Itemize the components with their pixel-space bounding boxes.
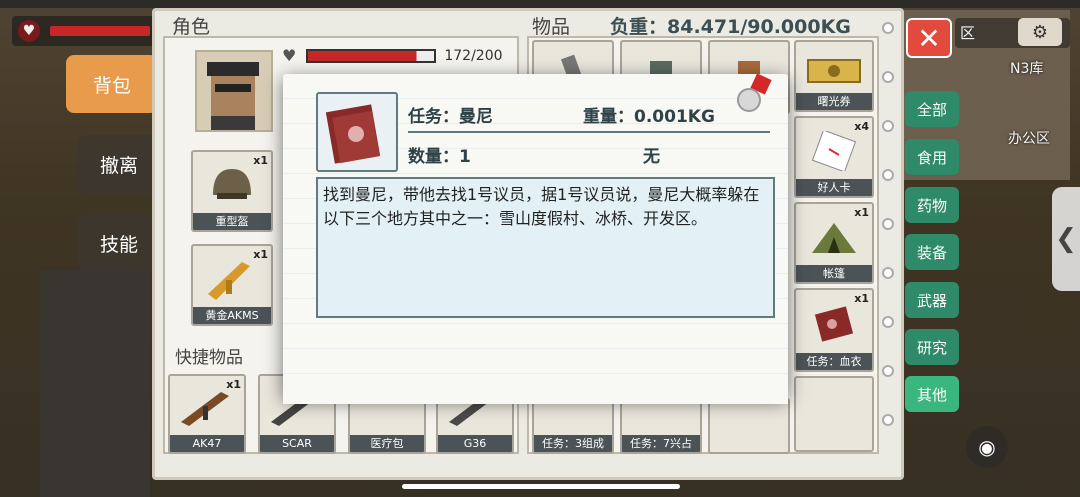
description-text: 找到曼尼，带他去找1号议员，据1号议员说，曼尼大概率躲在以下三个地方其中之一：雪…: [323, 185, 760, 228]
category-equipment[interactable]: 装备: [905, 234, 959, 270]
character-health-bar: [306, 48, 437, 63]
quick-slot-1[interactable]: x1 AK47: [168, 374, 246, 454]
close-icon: ✕: [917, 21, 941, 55]
minimap-warehouse-label: N3库: [1010, 61, 1044, 77]
character-title: 角色: [172, 16, 211, 38]
pin-icon: [737, 74, 772, 112]
item-slot-tent[interactable]: x1 帐篷: [794, 202, 874, 284]
item-name: SCAR: [260, 435, 334, 452]
document-icon: [812, 304, 856, 348]
divider: [408, 131, 770, 133]
gear-icon[interactable]: ⚙: [1018, 18, 1062, 46]
item-count: x1: [854, 292, 869, 305]
helmet-icon: [209, 165, 255, 209]
hud-health-fill: [50, 26, 150, 36]
item-name: 任务：7兴占: [622, 435, 700, 452]
item-weight: 重量：0.001KG: [583, 107, 715, 127]
item-name: 任务：3组成: [534, 435, 612, 452]
tent-icon: [808, 217, 860, 261]
golden-rifle-icon: [202, 254, 262, 308]
character-health: ♥ 172/200: [282, 46, 503, 65]
item-detail-icon: [316, 92, 398, 172]
item-slot-empty[interactable]: [708, 398, 790, 454]
item-slot-task-partial[interactable]: 任务：3组成: [532, 398, 614, 454]
item-name: 好人卡: [796, 179, 872, 196]
eye-icon: ◉: [978, 435, 996, 459]
item-slot-task-partial[interactable]: 任务：7兴占: [620, 398, 702, 454]
category-other[interactable]: 其他: [905, 376, 959, 412]
task-name: 任务：曼尼: [408, 107, 493, 127]
item-name: G36: [438, 435, 512, 452]
item-count: x1: [253, 154, 268, 167]
equip-slot-weapon[interactable]: x1 黄金AKMS: [191, 244, 273, 326]
item-name: AK47: [170, 435, 244, 452]
item-name: 医疗包: [350, 435, 424, 452]
category-all[interactable]: 全部: [905, 91, 959, 127]
home-indicator[interactable]: [402, 484, 680, 489]
heart-icon: ♥: [282, 46, 297, 65]
category-weapons[interactable]: 武器: [905, 282, 959, 318]
close-button[interactable]: ✕: [906, 18, 952, 58]
tab-backpack[interactable]: 背包: [66, 55, 158, 113]
equip-slot-helmet[interactable]: x1 重型盔: [191, 150, 273, 232]
item-detail-popup: 任务：曼尼 重量：0.001KG 数量：1 无 找到曼尼，带他去找1号议员，据1…: [283, 74, 788, 398]
weight-capacity: 负重：84.471/90.000KG: [610, 16, 851, 38]
item-name: 帐篷: [796, 265, 872, 282]
item-slot-dawn-ticket[interactable]: 曙光券: [794, 40, 874, 112]
view-toggle-button[interactable]: ◉: [966, 426, 1008, 468]
chevron-left-icon: ❮: [1055, 224, 1077, 254]
item-quantity: 数量：1: [408, 147, 471, 167]
tab-skills[interactable]: 技能: [78, 214, 160, 272]
item-slot-blood-clothes[interactable]: x1 任务：血衣: [794, 288, 874, 372]
notebook-rings: [882, 22, 894, 463]
heart-monitor-icon: ♥: [18, 20, 40, 42]
card-icon: [811, 129, 857, 175]
document-icon: [325, 104, 381, 164]
tab-evacuate[interactable]: 撤离: [78, 135, 160, 193]
quick-items-title: 快捷物品: [175, 348, 243, 368]
hud-health-bar: ♥: [12, 16, 162, 46]
item-extra: 无: [643, 147, 660, 167]
category-medicine[interactable]: 药物: [905, 187, 959, 223]
item-name: 黄金AKMS: [193, 307, 271, 324]
category-food[interactable]: 食用: [905, 139, 959, 175]
minimap-office-label: 办公区: [1008, 131, 1050, 147]
category-research[interactable]: 研究: [905, 329, 959, 365]
drawer-toggle[interactable]: ❮: [1052, 187, 1080, 291]
item-slot-empty[interactable]: [794, 376, 874, 452]
paper-torn-edge: [283, 388, 788, 404]
item-name: 任务：血衣: [796, 353, 872, 370]
items-title: 物品: [532, 16, 571, 38]
character-health-text: 172/200: [444, 47, 503, 64]
item-name: 重型盔: [193, 213, 271, 230]
description-box: 找到曼尼，带他去找1号议员，据1号议员说，曼尼大概率躲在以下三个地方其中之一：雪…: [316, 177, 775, 318]
character-avatar[interactable]: [195, 50, 273, 132]
avatar-portrait: [207, 62, 259, 130]
rifle-icon: [177, 386, 237, 434]
minimap-zone-label: 区: [960, 24, 976, 42]
item-slot-good-person-card[interactable]: x4 好人卡: [794, 116, 874, 198]
ticket-icon: [806, 54, 862, 92]
item-name: 曙光券: [796, 93, 872, 110]
